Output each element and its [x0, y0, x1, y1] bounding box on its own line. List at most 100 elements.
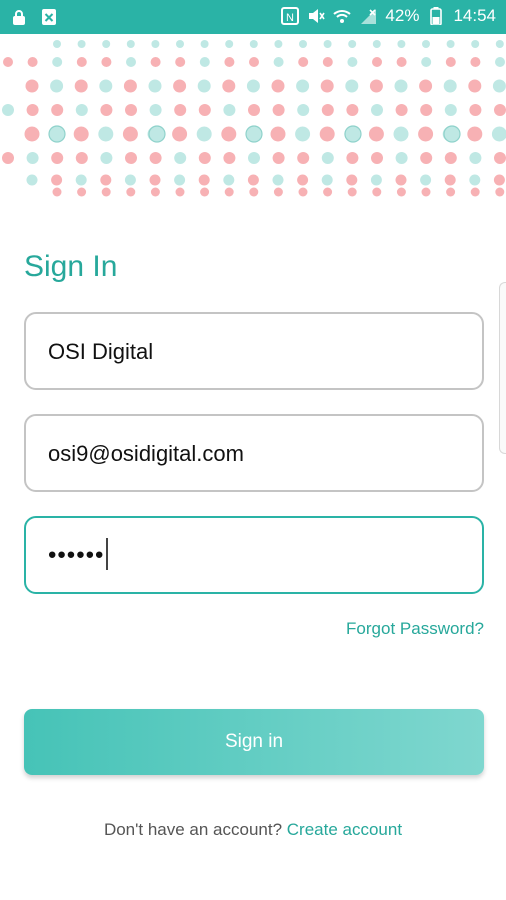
- pattern-dot: [273, 57, 284, 67]
- pattern-dot: [24, 126, 40, 142]
- pattern-dot: [321, 174, 333, 186]
- pattern-dot: [224, 187, 234, 197]
- password-mask: ••••••: [48, 541, 105, 569]
- pattern-dot: [444, 152, 457, 164]
- pattern-dot: [99, 79, 113, 93]
- signup-row: Don't have an account? Create account: [0, 820, 506, 840]
- pattern-dot: [393, 126, 409, 142]
- pattern-ring-dot: [245, 125, 263, 143]
- mute-icon: [307, 7, 326, 25]
- pattern-dot: [174, 152, 187, 164]
- pattern-dot: [2, 152, 14, 164]
- pattern-dot: [443, 79, 457, 93]
- clock: 14:54: [453, 6, 496, 25]
- pattern-dot: [247, 174, 259, 186]
- pattern-dot: [446, 187, 456, 197]
- pattern-dot: [198, 174, 210, 186]
- battery-icon: [427, 7, 445, 25]
- pattern-ring-dot: [344, 125, 362, 143]
- pattern-dot: [126, 57, 136, 67]
- pattern-dot: [175, 57, 186, 67]
- pattern-dot: [173, 79, 187, 93]
- pattern-dot: [321, 152, 334, 164]
- pattern-dot: [271, 79, 285, 93]
- no-signal-icon: [359, 7, 377, 25]
- close-box-icon: [40, 8, 58, 26]
- edge-panel-handle[interactable]: [499, 282, 506, 454]
- pattern-dot: [223, 174, 235, 186]
- pattern-dot: [26, 104, 39, 116]
- pattern-dot: [420, 104, 433, 116]
- pattern-dot: [51, 174, 63, 186]
- pattern-dot: [370, 174, 382, 186]
- pattern-dot: [468, 79, 482, 93]
- pattern-dot: [346, 174, 358, 186]
- pattern-dot: [422, 40, 430, 48]
- pattern-dot: [346, 104, 359, 116]
- pattern-dot: [321, 104, 334, 116]
- forgot-password-link[interactable]: Forgot Password?: [346, 619, 484, 639]
- pattern-dot: [421, 187, 431, 197]
- email-field[interactable]: osi9@osidigital.com: [24, 414, 484, 492]
- pattern-dot: [149, 152, 162, 164]
- pattern-dot: [172, 126, 188, 142]
- password-field[interactable]: ••••••: [24, 516, 484, 594]
- pattern-ring-dot: [443, 125, 461, 143]
- pattern-dot: [273, 187, 283, 197]
- pattern-dot: [123, 79, 137, 93]
- pattern-dot: [395, 152, 408, 164]
- pattern-dot: [198, 104, 211, 116]
- pattern-dot: [198, 152, 211, 164]
- pattern-dot: [125, 104, 137, 116]
- pattern-dot: [495, 57, 505, 67]
- pattern-dot: [395, 174, 407, 186]
- battery-percent: 42%: [385, 6, 420, 25]
- pattern-dot: [76, 57, 87, 67]
- pattern-dot: [295, 126, 311, 142]
- pattern-dot: [149, 104, 162, 116]
- pattern-dot: [418, 126, 434, 142]
- pattern-dot: [148, 79, 162, 93]
- pattern-dot: [101, 187, 111, 197]
- pattern-dot: [223, 104, 236, 116]
- pattern-dot: [372, 57, 382, 67]
- pattern-dot: [125, 152, 137, 164]
- pattern-dot: [495, 187, 505, 197]
- pattern-dot: [197, 79, 211, 93]
- pattern-dot: [467, 126, 483, 142]
- pattern-dot: [471, 40, 480, 48]
- pattern-dot: [319, 126, 335, 142]
- pattern-dot: [494, 152, 506, 164]
- company-field[interactable]: OSI Digital: [24, 312, 484, 390]
- pattern-dot: [149, 174, 161, 186]
- pattern-dot: [101, 57, 112, 67]
- pattern-dot: [495, 40, 504, 48]
- pattern-dot: [249, 187, 259, 197]
- email-value: osi9@osidigital.com: [48, 441, 244, 466]
- pattern-dot: [27, 57, 38, 67]
- pattern-dot: [347, 57, 358, 67]
- pattern-dot: [444, 174, 456, 186]
- lock-icon: [10, 8, 28, 26]
- page-title: Sign In: [24, 250, 118, 283]
- pattern-dot: [176, 40, 184, 48]
- pattern-dot: [2, 104, 14, 116]
- pattern-dot: [26, 174, 38, 186]
- pattern-dot: [469, 174, 481, 186]
- pattern-dot: [126, 187, 136, 197]
- pattern-dot: [494, 104, 506, 116]
- pattern-dot: [246, 79, 260, 93]
- pattern-dot: [248, 152, 260, 164]
- pattern-dot: [221, 126, 237, 142]
- pattern-dot: [196, 126, 212, 142]
- pattern-dot: [73, 126, 89, 142]
- pattern-dot: [323, 40, 332, 48]
- pattern-dot: [151, 40, 160, 48]
- pattern-dot: [52, 57, 63, 67]
- pattern-dot: [394, 79, 408, 93]
- pattern-ring-dot: [148, 125, 166, 143]
- pattern-dot: [75, 174, 87, 186]
- pattern-dot: [396, 57, 407, 67]
- create-account-link[interactable]: Create account: [287, 820, 402, 839]
- sign-in-button[interactable]: Sign in: [24, 709, 484, 775]
